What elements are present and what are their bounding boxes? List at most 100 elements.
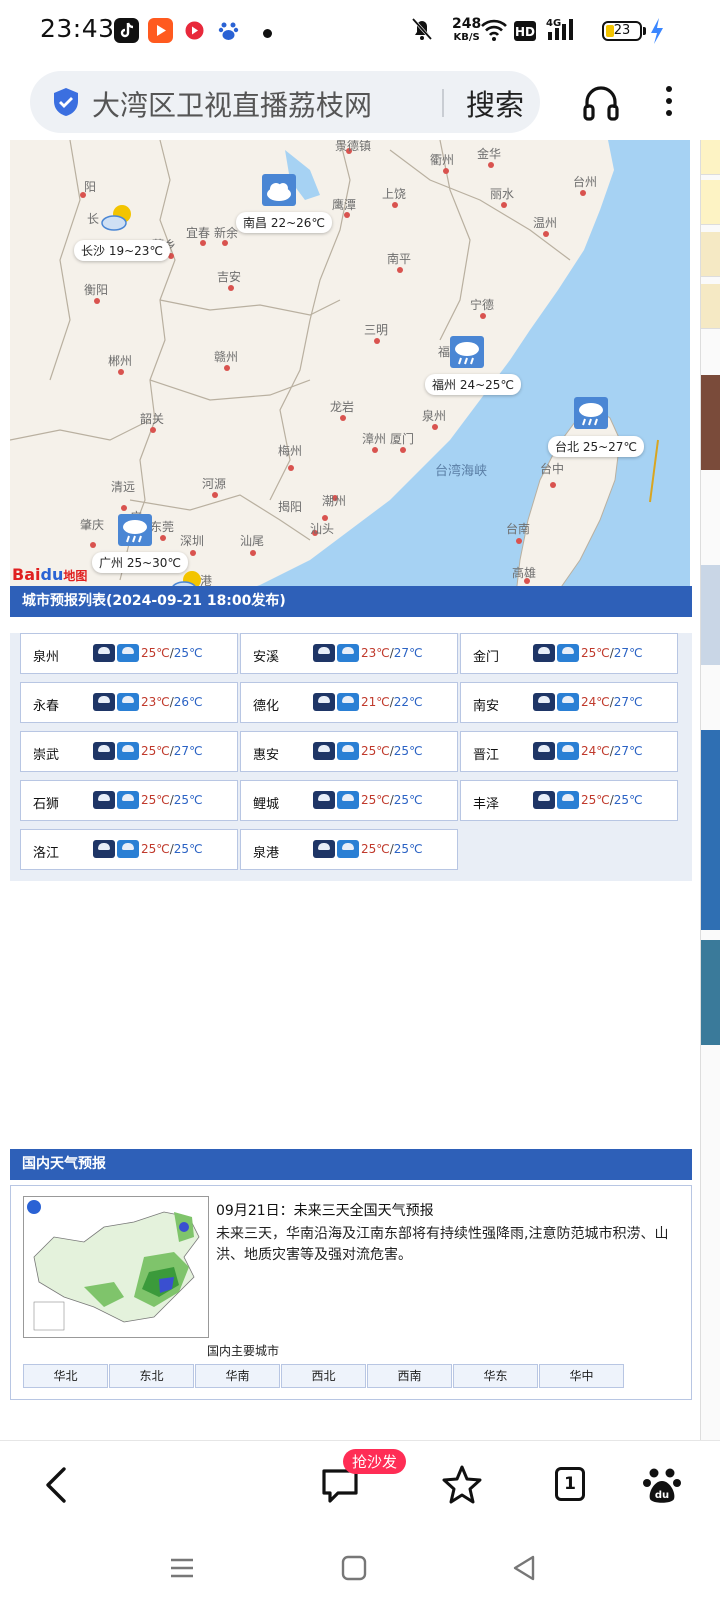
browser-bottom-toolbar: 抢沙发 1 du — [0, 1440, 720, 1541]
rain-icon[interactable] — [574, 397, 608, 429]
city-name: 景德镇 — [335, 140, 372, 153]
region-tab[interactable]: 华中 — [539, 1364, 624, 1388]
region-tab[interactable]: 东北 — [109, 1364, 194, 1388]
address-bar[interactable]: 大湾区卫视直播荔枝网 搜索 — [30, 71, 540, 133]
rain-icon — [533, 644, 555, 662]
forecast-list-header: 城市预报列表(2024-09-21 18:00发布) — [10, 586, 692, 617]
city-dot — [340, 415, 346, 421]
city-dot — [90, 542, 96, 548]
city-dot — [543, 231, 549, 237]
weather-label-changsha[interactable]: 长沙 19~23℃ — [74, 240, 170, 261]
sidebar-thumb[interactable] — [701, 180, 720, 225]
sidebar-thumb[interactable] — [701, 232, 720, 277]
forecast-cell[interactable]: 丰泽 25℃/25℃ — [460, 780, 678, 821]
home-icon[interactable] — [340, 1554, 368, 1582]
sidebar-thumb[interactable] — [701, 565, 720, 665]
city-name: 阳 — [84, 180, 97, 194]
city-dot — [397, 267, 403, 273]
rain-icon — [337, 644, 359, 662]
forecast-cell[interactable]: 崇武 25℃/27℃ — [20, 731, 238, 772]
forecast-cell[interactable]: 石狮 25℃/25℃ — [20, 780, 238, 821]
rain-icon[interactable] — [450, 336, 484, 368]
forecast-cell[interactable]: 安溪 23℃/27℃ — [240, 633, 458, 674]
battery-icon: 23 — [602, 21, 642, 41]
city-name: 宁德 — [470, 298, 495, 312]
rain-icon — [557, 644, 579, 662]
address-bar-divider — [442, 89, 444, 117]
rain-icon — [557, 791, 579, 809]
forecast-cell[interactable]: 南安 24℃/27℃ — [460, 682, 678, 723]
main-cities-caption: 国内主要城市 — [207, 1344, 280, 1358]
city-name: 台州 — [573, 175, 598, 189]
partly-cloudy-night-icon[interactable] — [100, 202, 134, 234]
sidebar-thumb[interactable] — [701, 730, 720, 930]
sea-label: 台湾海峡 — [435, 464, 488, 479]
sidebar-thumb[interactable] — [701, 375, 720, 470]
baidu-map-logo[interactable]: Baidu地图 — [12, 565, 87, 584]
weather-label-fuzhou[interactable]: 福州 24~25℃ — [425, 374, 521, 395]
city-name: 肇庆 — [80, 518, 105, 532]
more-menu-icon[interactable] — [664, 82, 674, 122]
city-name: 厦门 — [390, 432, 415, 446]
search-button[interactable]: 搜索 — [466, 82, 524, 124]
city-name: 长 — [87, 212, 100, 226]
national-rain-map-image[interactable] — [23, 1196, 209, 1338]
forecast-cell[interactable]: 洛江 25℃/25℃ — [20, 829, 238, 870]
city-dot — [288, 465, 294, 471]
wifi-icon — [481, 19, 507, 41]
city-dot — [160, 535, 166, 541]
back-icon[interactable] — [36, 1463, 80, 1507]
region-tab[interactable]: 西北 — [281, 1364, 366, 1388]
rain-icon — [533, 791, 555, 809]
city-dot — [501, 202, 507, 208]
city-dot — [118, 369, 124, 375]
recent-apps-icon[interactable] — [168, 1554, 196, 1582]
city-name: 上饶 — [382, 187, 407, 201]
weather-map[interactable]: 景德镇 衢州 金华 台州 丽水 温州 长 阳 宜春 新余 鹰潭 上饶 萍乡 吉安… — [10, 140, 690, 603]
forecast-cell[interactable]: 鲤城 25℃/25℃ — [240, 780, 458, 821]
tabs-count-button[interactable]: 1 — [555, 1467, 585, 1501]
forecast-cell[interactable]: 惠安 25℃/25℃ — [240, 731, 458, 772]
national-summary: 未来三天，华南沿海及江南东部将有持续性强降雨,注意防范城市积涝、山洪、地质灾害等… — [216, 1226, 669, 1263]
cloudy-icon[interactable] — [262, 174, 296, 206]
more-notifications-dot — [263, 29, 272, 38]
region-tab[interactable]: 西南 — [367, 1364, 452, 1388]
back-nav-icon[interactable] — [510, 1554, 538, 1582]
city-name: 潮州 — [322, 494, 347, 508]
sidebar-thumb[interactable] — [701, 284, 720, 329]
headphone-icon[interactable] — [582, 82, 620, 122]
weather-label-taipei[interactable]: 台北 25~27℃ — [548, 436, 644, 457]
city-name: 宜春 — [186, 226, 211, 240]
city-dot — [374, 338, 380, 344]
city-name: 吉安 — [217, 270, 242, 284]
city-name: 赣州 — [214, 350, 239, 364]
region-tab[interactable]: 华东 — [453, 1364, 538, 1388]
baidu-app-icon — [216, 18, 241, 43]
city-dot — [392, 202, 398, 208]
forecast-cell[interactable]: 晋江 24℃/27℃ — [460, 731, 678, 772]
rain-icon[interactable] — [118, 514, 152, 546]
battery-level: 23 — [613, 23, 631, 38]
national-forecast-box: 09月21日：未来三天全国天气预报 未来三天，华南沿海及江南东部将有持续性强降雨… — [10, 1185, 692, 1400]
sidebar-thumb[interactable] — [701, 140, 720, 175]
rain-icon — [337, 840, 359, 858]
city-name: 南平 — [387, 252, 412, 266]
charging-icon — [651, 18, 663, 44]
url-title[interactable]: 大湾区卫视直播荔枝网 — [92, 84, 372, 124]
forecast-cell[interactable]: 德化 21℃/22℃ — [240, 682, 458, 723]
comment-badge[interactable]: 抢沙发 — [343, 1449, 407, 1474]
forecast-cell[interactable]: 金门 25℃/27℃ — [460, 633, 678, 674]
region-tab[interactable]: 华南 — [195, 1364, 280, 1388]
china-rain-map — [27, 1200, 200, 1331]
web-page: 景德镇 衢州 金华 台州 丽水 温州 长 阳 宜春 新余 鹰潭 上饶 萍乡 吉安… — [0, 140, 720, 1440]
city-name: 河源 — [202, 477, 227, 491]
forecast-cell[interactable]: 泉州 25℃/25℃ — [20, 633, 238, 674]
forecast-cell[interactable]: 永春 23℃/26℃ — [20, 682, 238, 723]
favorite-star-icon[interactable] — [440, 1463, 484, 1507]
forecast-cell[interactable]: 泉港 25℃/25℃ — [240, 829, 458, 870]
region-tab[interactable]: 华北 — [23, 1364, 108, 1388]
baidu-paw-icon[interactable]: du — [640, 1463, 684, 1507]
national-headline[interactable]: 09月21日：未来三天全国天气预报 — [216, 1200, 434, 1220]
weather-label-nanchang[interactable]: 南昌 22~26℃ — [236, 212, 332, 233]
sidebar-thumb[interactable] — [701, 940, 720, 1045]
